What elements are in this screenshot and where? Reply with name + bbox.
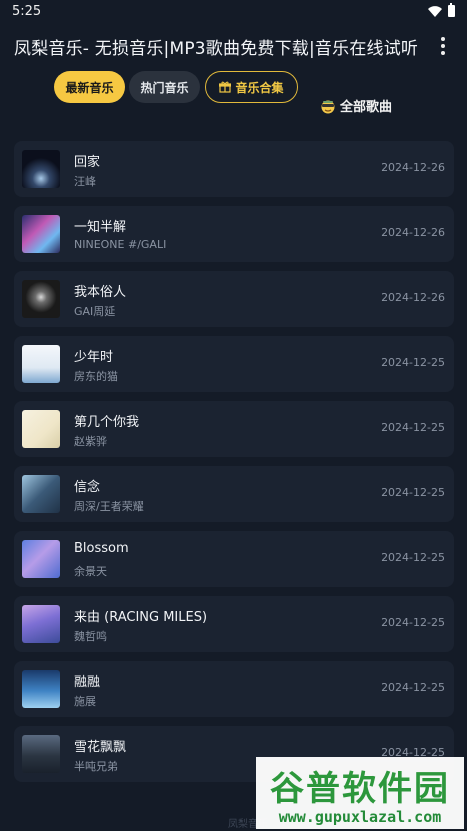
tab-music-collection-label: 音乐合集 — [235, 80, 284, 95]
watermark-main-text: 谷普软件园 — [270, 769, 450, 809]
album-cover — [22, 670, 60, 708]
song-title: 融融 — [74, 675, 101, 690]
tab-hot-music[interactable]: 热门音乐 — [129, 71, 200, 103]
song-list: 回家 汪峰 2024-12-26 一知半解 NINEONE #/GALI 202… — [14, 141, 454, 791]
song-date: 2024-12-25 — [381, 486, 445, 499]
watermark-url: www.gupuxlazal.com — [278, 808, 442, 826]
album-cover — [22, 345, 60, 383]
status-time: 5:25 — [12, 3, 42, 19]
song-artist: 魏哲鸣 — [74, 630, 107, 643]
battery-icon — [448, 3, 455, 17]
album-cover — [22, 475, 60, 513]
song-date: 2024-12-25 — [381, 681, 445, 694]
song-date: 2024-12-26 — [381, 291, 445, 304]
song-artist: 余景天 — [74, 565, 107, 578]
song-date: 2024-12-25 — [381, 616, 445, 629]
song-item[interactable]: 我本俗人 GAI周延 2024-12-26 — [14, 271, 454, 327]
tab-latest-music-label: 最新音乐 — [65, 80, 114, 95]
all-songs-link[interactable]: 全部歌曲 — [320, 96, 392, 115]
album-cover — [22, 215, 60, 253]
song-title: 少年时 — [74, 350, 114, 365]
song-title: Blossom — [74, 541, 129, 556]
song-title: 回家 — [74, 155, 101, 170]
song-artist: 赵紫骅 — [74, 435, 107, 448]
song-artist: 房东的猫 — [74, 370, 118, 383]
song-date: 2024-12-26 — [381, 161, 445, 174]
app-title: 凤梨音乐- 无损音乐|MP3歌曲免费下载|音乐在线试听 — [14, 38, 419, 59]
song-artist: 半吨兄弟 — [74, 760, 118, 773]
song-title: 来由 (RACING MILES) — [74, 610, 208, 625]
song-artist: GAI周延 — [74, 305, 116, 318]
song-artist: 汪峰 — [74, 175, 96, 188]
status-icons — [428, 3, 455, 17]
wifi-icon — [428, 5, 442, 17]
song-date: 2024-12-25 — [381, 551, 445, 564]
song-item[interactable]: Blossom 余景天 2024-12-25 — [14, 531, 454, 587]
album-cover — [22, 410, 60, 448]
song-title: 第几个你我 — [74, 415, 140, 430]
song-date: 2024-12-25 — [381, 356, 445, 369]
song-title: 一知半解 — [74, 220, 127, 235]
album-cover — [22, 735, 60, 773]
album-cover — [22, 280, 60, 318]
gift-icon — [219, 81, 232, 93]
tab-hot-music-label: 热门音乐 — [140, 80, 189, 95]
tab-music-collection[interactable]: 音乐合集 — [205, 71, 298, 103]
all-songs-label: 全部歌曲 — [340, 100, 393, 115]
song-item[interactable]: 来由 (RACING MILES) 魏哲鸣 2024-12-25 — [14, 596, 454, 652]
app-bar: 凤梨音乐- 无损音乐|MP3歌曲免费下载|音乐在线试听 — [0, 22, 467, 70]
song-artist: 施展 — [74, 695, 96, 708]
song-item[interactable]: 一知半解 NINEONE #/GALI 2024-12-26 — [14, 206, 454, 262]
song-item[interactable]: 第几个你我 赵紫骅 2024-12-25 — [14, 401, 454, 457]
song-item[interactable]: 少年时 房东的猫 2024-12-25 — [14, 336, 454, 392]
song-title: 信念 — [74, 480, 101, 495]
song-item[interactable]: 融融 施展 2024-12-25 — [14, 661, 454, 717]
watermark: 谷普软件园 www.gupuxlazal.com — [256, 757, 464, 829]
song-item[interactable]: 回家 汪峰 2024-12-26 — [14, 141, 454, 197]
cool-face-icon — [321, 100, 335, 113]
song-date: 2024-12-26 — [381, 226, 445, 239]
song-date: 2024-12-25 — [381, 421, 445, 434]
song-artist: 周深/王者荣耀 — [74, 500, 144, 513]
song-title: 雪花飘飘 — [74, 740, 127, 755]
album-cover — [22, 605, 60, 643]
tab-latest-music[interactable]: 最新音乐 — [54, 71, 125, 103]
status-bar: 5:25 — [0, 0, 467, 22]
album-cover — [22, 540, 60, 578]
song-artist: NINEONE #/GALI — [74, 238, 167, 251]
song-title: 我本俗人 — [74, 285, 127, 300]
song-item[interactable]: 信念 周深/王者荣耀 2024-12-25 — [14, 466, 454, 522]
album-cover — [22, 150, 60, 188]
category-tabs: 最新音乐 热门音乐 音乐合集 — [0, 70, 467, 104]
more-options-icon[interactable] — [433, 37, 453, 55]
